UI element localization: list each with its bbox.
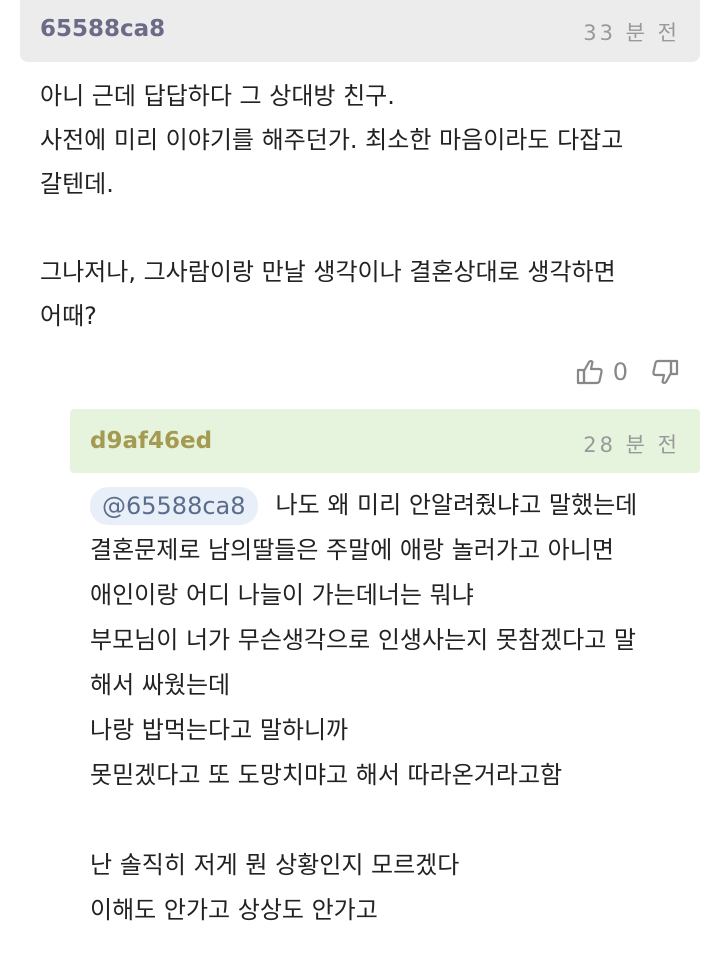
comment-header: 65588ca8 33 분 전 bbox=[20, 0, 700, 62]
comment-author[interactable]: 65588ca8 bbox=[40, 16, 165, 42]
mention-tag[interactable]: @65588ca8 bbox=[90, 487, 258, 525]
reply-blank-line bbox=[90, 798, 710, 843]
reply-header: d9af46ed 28 분 전 bbox=[70, 409, 700, 473]
reply-text-line: 해서 싸웠는데 bbox=[90, 671, 231, 699]
comment-text-line: 사전에 미리 이야기를 해주던가. 최소한 마음이라도 다잡고 bbox=[40, 126, 624, 154]
reply-text-line: 못믿겠다고 또 도망치먀고 해서 따라온거라고함 bbox=[90, 761, 563, 789]
comment-time: 33 분 전 bbox=[583, 21, 680, 45]
reply-body: @65588ca8 나도 왜 미리 안알려줬냐고 말했는데 결혼문제로 남의딸들은… bbox=[90, 483, 710, 933]
reply-author[interactable]: d9af46ed bbox=[90, 428, 212, 454]
comment-text-line: 그나저나, 그사람이랑 만날 생각이나 결혼상대로 생각하면 bbox=[40, 258, 616, 286]
vote-bar: 0 bbox=[575, 350, 680, 394]
reply-text-line: 난 솔직히 저게 뭔 상황인지 모르겠다 bbox=[90, 851, 460, 879]
upvote-count: 0 bbox=[612, 358, 628, 386]
reply-text-line: 애인이랑 어디 나늘이 가는데너는 뭐냐 bbox=[90, 581, 474, 609]
reply-first-line: @65588ca8 나도 왜 미리 안알려줬냐고 말했는데 bbox=[90, 483, 710, 528]
comment-text-line: 어때? bbox=[40, 302, 97, 330]
reply-time: 28 분 전 bbox=[583, 433, 680, 457]
reply-text: 나도 왜 미리 안알려줬냐고 말했는데 bbox=[275, 491, 638, 519]
comment-blank-line bbox=[40, 206, 700, 250]
thumbs-down-icon[interactable] bbox=[650, 357, 680, 387]
comment-text-line: 아니 근데 답답하다 그 상대방 친구. bbox=[40, 82, 395, 110]
reply-text-line: 나랑 밥먹는다고 말하니까 bbox=[90, 716, 349, 744]
reply-text-line: 결혼문제로 남의딸들은 주말에 애랑 놀러가고 아니면 bbox=[90, 536, 614, 564]
reply-text-line: 부모님이 너가 무슨생각으로 인생사는지 못참겠다고 말 bbox=[90, 626, 636, 654]
comment-body: 아니 근데 답답하다 그 상대방 친구. 사전에 미리 이야기를 해주던가. 최… bbox=[40, 74, 700, 338]
reply-text-line: 이해도 안가고 상상도 안가고 bbox=[90, 896, 378, 924]
thumbs-up-icon[interactable] bbox=[575, 357, 605, 387]
comment-text-line: 갈텐데. bbox=[40, 170, 114, 198]
